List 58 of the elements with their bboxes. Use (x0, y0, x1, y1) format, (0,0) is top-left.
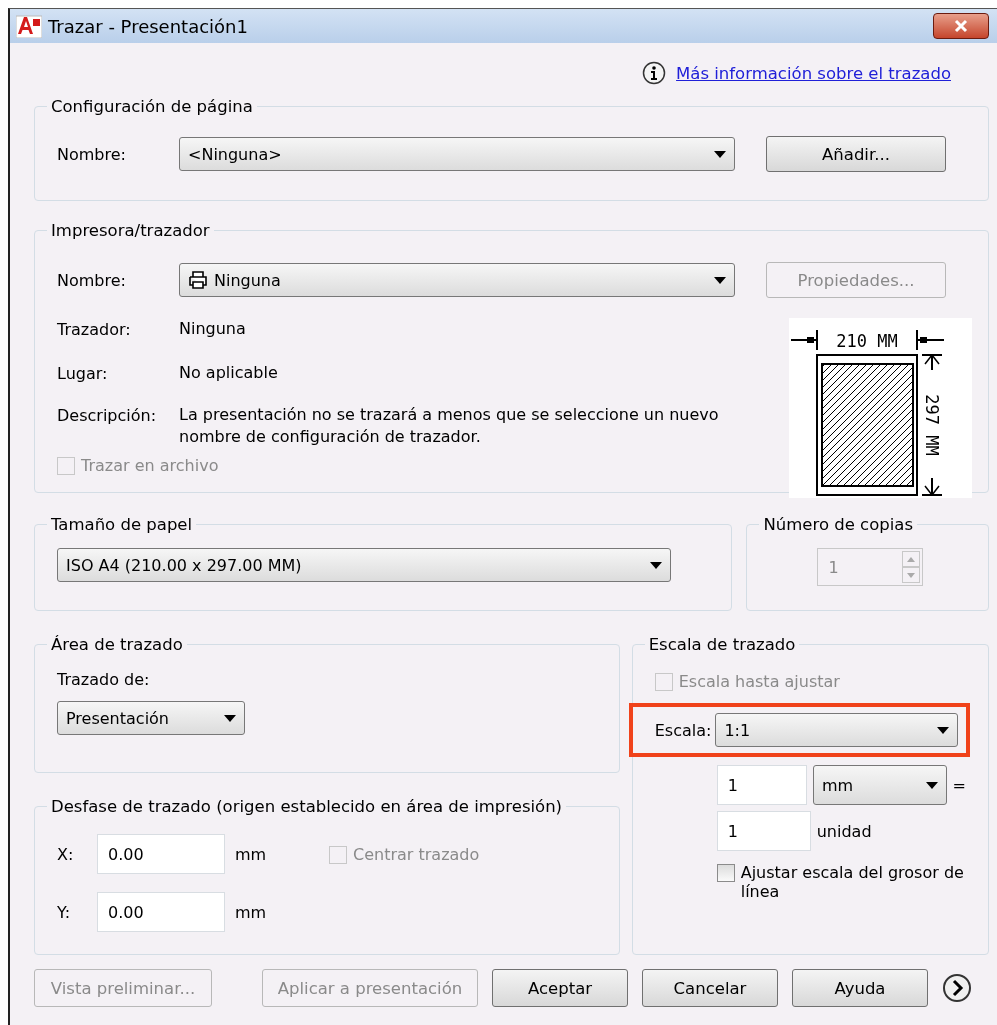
group-title: Tamaño de papel (50, 515, 194, 534)
app-icon (16, 14, 42, 38)
add-button[interactable]: Añadir... (766, 136, 946, 172)
group-title: Escala de trazado (647, 635, 797, 654)
unit-label: unidad (816, 821, 872, 841)
caret-icon (714, 150, 726, 158)
group-title: Área de trazado (50, 635, 184, 654)
dropdown[interactable]: mm (812, 765, 947, 805)
dimension-label: 210 MM (836, 331, 898, 351)
checkbox-label: Centrar trazado (353, 844, 480, 864)
field-label: Escala: (654, 720, 712, 740)
dropdown[interactable]: 1:1 (715, 713, 958, 747)
input-field[interactable]: 1 (716, 765, 807, 805)
dropdown[interactable]: ISO A4 (210.00 x 297.00 MM) (57, 548, 671, 582)
dimension-label: 297 MM (922, 394, 942, 456)
caret-icon (224, 714, 236, 722)
group-title: Impresora/trazador (50, 221, 211, 240)
close-icon (953, 19, 969, 33)
expand-icon[interactable] (942, 973, 972, 1003)
unit-label: mm (235, 902, 268, 922)
dialog-button[interactable]: Cancelar (642, 969, 778, 1007)
caret-icon (650, 561, 662, 569)
dialog-button[interactable]: Ayuda (792, 969, 928, 1007)
field-label: Trazado de: (57, 670, 150, 689)
field-label: Lugar: (57, 364, 109, 383)
field-value: Ninguna (179, 318, 247, 340)
field-label: X: (57, 844, 75, 864)
caret-icon (925, 781, 938, 789)
caret-icon (937, 726, 949, 734)
checkbox-label: Trazar en archivo (81, 456, 219, 475)
field-value: La presentación no se trazará a menos que se seleccione un nuevo nombre de configuración de trazador. (179, 404, 719, 448)
caret-icon (714, 276, 726, 284)
dialog-button[interactable]: Aceptar (492, 969, 628, 1007)
dropdown[interactable]: Ninguna (179, 263, 735, 297)
close-button[interactable] (933, 13, 989, 39)
unit-label: mm (235, 844, 268, 864)
dropdown[interactable]: Presentación (57, 701, 245, 735)
info-icon (642, 61, 667, 85)
field-label: Nombre: (57, 270, 127, 290)
help-link[interactable]: Más información sobre el trazado (676, 63, 951, 83)
field-label: Descripción: (57, 406, 158, 425)
equals-sign: = (952, 775, 966, 795)
checkbox-label: Escala hasta ajustar (678, 672, 840, 691)
input-field[interactable]: 1 (716, 811, 811, 851)
field-label: Trazador: (57, 320, 132, 339)
field-label: Nombre: (57, 144, 127, 164)
group-title: Configuración de página (50, 97, 254, 116)
window-title: Trazar - Presentación1 (48, 15, 249, 37)
dropdown[interactable]: <Ninguna> (179, 137, 735, 171)
input-field[interactable]: 0.00 (97, 892, 225, 932)
checkbox-label: Ajustar escala del grosor de línea (740, 863, 965, 901)
group-title: Número de copias (762, 515, 915, 534)
input-field[interactable]: 0.00 (97, 834, 225, 874)
checkbox[interactable] (716, 864, 735, 882)
group-title: Desfase de trazado (origen establecido en área de impresión) (50, 797, 564, 816)
printer-icon (188, 271, 208, 289)
field-value: No aplicable (179, 362, 279, 384)
field-label: Y: (57, 902, 72, 922)
